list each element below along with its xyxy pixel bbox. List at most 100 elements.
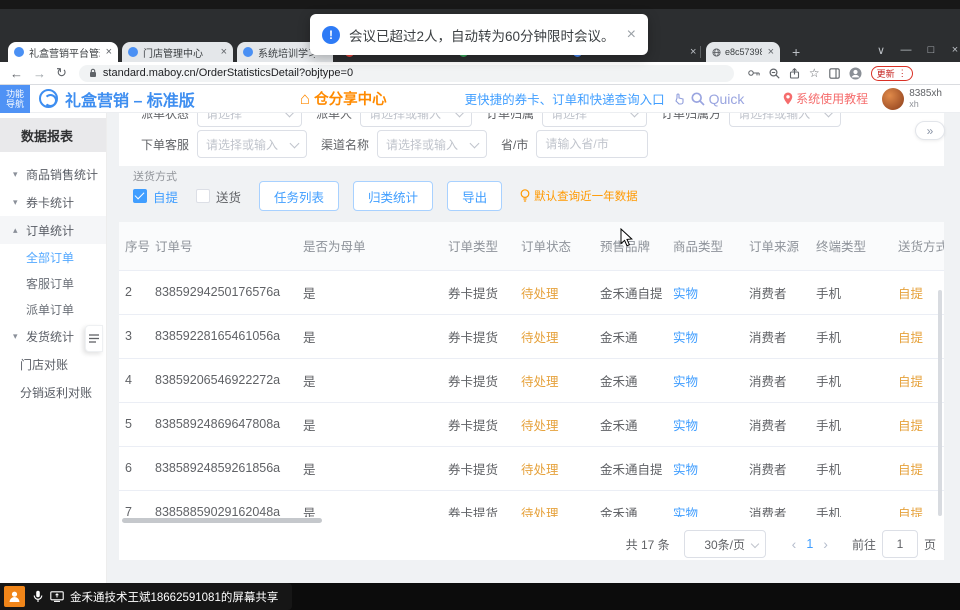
tab-label: 门店管理中心 (143, 45, 203, 60)
tutorial-label: 系统使用教程 (796, 90, 868, 107)
taskbar: 金禾通技术王斌18662591081的屏幕共享 (0, 583, 960, 610)
sidebar-section-title: 数据报表 (0, 118, 106, 152)
quick-search-link[interactable]: Quick (673, 91, 745, 107)
side-panel-icon[interactable] (829, 68, 840, 79)
product-type-link[interactable]: 实物 (667, 358, 743, 402)
tutorial-link[interactable]: 系统使用教程 (783, 90, 868, 107)
function-nav-toggle[interactable]: 功能 导航 (0, 85, 30, 113)
dispatcher-select[interactable]: 请选择或输入 (360, 113, 472, 127)
user-menu[interactable]: 8385xh xh (882, 88, 942, 110)
globe-favicon (712, 48, 721, 57)
export-button[interactable]: 导出 (447, 181, 502, 211)
sidebar-collapse-handle[interactable] (85, 325, 103, 352)
product-type-link[interactable]: 实物 (667, 314, 743, 358)
zoom-icon[interactable] (769, 68, 780, 79)
sidebar-item-rebate-reconcile[interactable]: 分销返利对账 (0, 378, 106, 406)
microphone-icon[interactable] (33, 590, 43, 603)
chevron-down-icon: ▾ (13, 169, 26, 180)
table-row: 3 83859228165461056a 是 券卡提货 待处理 金禾通 实物 消… (119, 314, 944, 358)
table-row: 4 83859206546922272a 是 券卡提货 待处理 金禾通 实物 消… (119, 358, 944, 402)
window-top-strip (0, 0, 960, 9)
sidebar-item-store-reconcile[interactable]: 门店对账 (0, 350, 106, 378)
share-icon[interactable] (789, 68, 800, 79)
dispatch-status-select[interactable]: 请选择 (197, 113, 302, 127)
sidebar-item-order-stats[interactable]: ▴ 订单统计 (0, 216, 106, 244)
self-pickup-checkbox[interactable]: 自提 (133, 187, 178, 206)
province-city-input[interactable] (536, 130, 648, 158)
browser-tab-5[interactable]: e8c573980b1328a258fd2e6f8 × (706, 42, 780, 62)
chevron-up-icon: ▴ (13, 225, 26, 236)
back-icon[interactable]: ← (10, 66, 23, 81)
lock-icon (89, 68, 97, 78)
horizontal-scrollbar[interactable] (122, 518, 322, 523)
filter-label: 下单客服 (141, 136, 189, 153)
task-list-button[interactable]: 任务列表 (259, 181, 339, 211)
chrome-update-button[interactable]: 更新 ⋮ (871, 66, 913, 81)
col-terminal: 终端类型 (810, 222, 892, 270)
product-type-link[interactable]: 实物 (667, 490, 743, 517)
sidebar-item-service-orders[interactable]: 客服订单 (0, 270, 106, 296)
sidebar-item-card-stats[interactable]: ▾ 券卡统计 (0, 188, 106, 216)
sidebar-item-all-orders[interactable]: 全部订单 (0, 244, 106, 270)
window-close-icon[interactable]: × (946, 44, 960, 56)
bookmark-star-icon[interactable]: ☆ (809, 66, 820, 80)
filter-label: 省/市 (501, 136, 528, 153)
profile-icon[interactable] (849, 67, 862, 80)
browser-tab-1[interactable]: 礼盒营销平台管理中心 × (8, 42, 118, 62)
maximize-icon[interactable]: □ (922, 44, 940, 56)
screen: 礼盒营销平台管理中心 × 门店管理中心 × 系统培训学习 × × e8c5739… (0, 0, 960, 610)
filter-label: 渠道名称 (321, 136, 369, 153)
order-agent-select[interactable]: 请选择或输入 (197, 130, 307, 158)
current-page[interactable]: 1 (806, 537, 813, 551)
product-type-link[interactable]: 实物 (667, 446, 743, 490)
forward-icon[interactable]: → (33, 66, 46, 81)
col-order-type: 订单类型 (442, 222, 515, 270)
next-page-icon[interactable]: › (823, 536, 828, 552)
goto-label: 前往 (852, 536, 876, 553)
tab-close-icon[interactable]: × (690, 46, 696, 58)
address-field[interactable]: standard.maboy.cn/OrderStatisticsDetail?… (79, 65, 734, 82)
reload-icon[interactable]: ↻ (56, 65, 67, 81)
url-bar: ← → ↻ standard.maboy.cn/OrderStatisticsD… (0, 62, 960, 85)
order-owner-party-select[interactable]: 请选择或输入 (729, 113, 841, 127)
person-icon (8, 590, 21, 603)
orders-table-card: 序号 订单号 是否为母单 订单类型 订单状态 预售品牌 商品类型 订单来源 终端… (119, 222, 944, 560)
bulb-icon (520, 189, 530, 203)
tab-close-icon[interactable]: × (100, 46, 112, 58)
key-icon[interactable] (748, 69, 760, 77)
filter-label: 订单归属 (486, 113, 534, 122)
channel-name-select[interactable]: 请选择或输入 (377, 130, 487, 158)
main-content: 派单状态 请选择 派单人 请选择或输入 订单归属 请选择 订单归属方 请选择或输… (107, 113, 960, 583)
expand-filters-button[interactable]: » (915, 121, 945, 140)
chrome-menu-icon[interactable]: ⋮ (898, 68, 907, 79)
table-row: 7 83858859029162048a 是 券卡提货 待处理 金禾通 实物 消… (119, 490, 944, 517)
sidebar-item-product-sales[interactable]: ▾ 商品销售统计 (0, 160, 106, 188)
brand-logo-icon (39, 89, 58, 108)
new-tab-button[interactable]: + (792, 44, 800, 60)
user-avatar (882, 88, 904, 110)
goto-page-input[interactable] (882, 530, 918, 558)
tab-close-icon[interactable]: × (215, 46, 227, 58)
prev-page-icon[interactable]: ‹ (792, 536, 797, 552)
order-owner-select[interactable]: 请选择 (542, 113, 647, 127)
product-type-link[interactable]: 实物 (667, 270, 743, 314)
tab-favicon (128, 47, 138, 57)
tab-search-icon[interactable]: ∨ (872, 44, 890, 57)
user-sub: xh (909, 99, 942, 109)
page-size-select[interactable]: 30条/页 (684, 530, 766, 558)
sidebar-item-dispatch-orders[interactable]: 派单订单 (0, 296, 106, 322)
vertical-scrollbar[interactable] (938, 290, 942, 516)
minimize-icon[interactable]: — (897, 44, 915, 56)
product-type-link[interactable]: 实物 (667, 402, 743, 446)
checkbox-unchecked-icon (196, 189, 210, 203)
delivery-checkbox[interactable]: 送货 (196, 187, 241, 206)
total-count: 共 17 条 (626, 536, 670, 553)
sidebar: 数据报表 ▾ 商品销售统计 ▾ 券卡统计 ▴ 订单统计 全部订单 客服订单 派单… (0, 113, 107, 583)
classify-stats-button[interactable]: 归类统计 (353, 181, 433, 211)
banner-text: 会议已超过2人，自动转为60分钟限时会议。 (349, 25, 615, 45)
tab-close-icon[interactable]: × (762, 46, 774, 58)
banner-close-icon[interactable]: × (627, 26, 636, 44)
tab-favicon (14, 47, 24, 57)
share-center-link[interactable]: ⌂ 仓分享中心 (300, 88, 387, 109)
browser-tab-2[interactable]: 门店管理中心 × (122, 42, 233, 62)
